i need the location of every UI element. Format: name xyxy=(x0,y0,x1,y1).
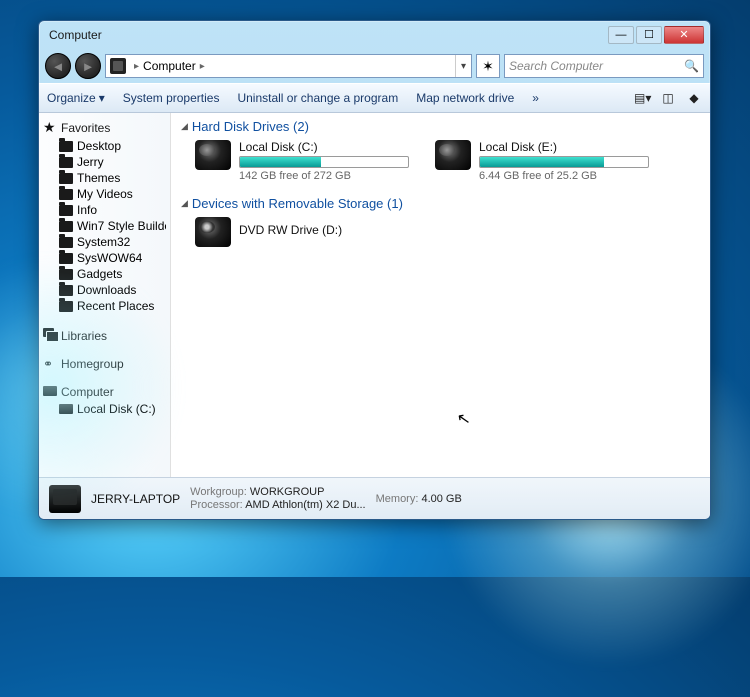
drive-label: Local Disk (E:) xyxy=(479,140,649,154)
titlebar[interactable]: Computer — ☐ ✕ xyxy=(39,21,710,49)
processor-label: Processor: xyxy=(190,499,243,511)
window-title: Computer xyxy=(49,28,608,42)
workgroup-value: WORKGROUP xyxy=(250,486,325,498)
folder-icon xyxy=(59,205,73,216)
breadcrumb-sep-icon[interactable]: ▸ xyxy=(196,61,209,72)
view-options-button[interactable]: ▤▾ xyxy=(634,91,650,105)
mouse-cursor-icon: ↖ xyxy=(455,408,472,430)
folder-icon xyxy=(59,237,73,248)
content-pane[interactable]: ◢Hard Disk Drives (2) Local Disk (C:) 14… xyxy=(171,113,710,477)
search-icon[interactable]: 🔍 xyxy=(684,59,699,73)
refresh-button[interactable]: ✶ xyxy=(476,54,500,78)
computer-icon xyxy=(43,386,57,396)
folder-icon xyxy=(59,269,73,280)
explorer-body: ★Favorites Desktop Jerry Themes My Video… xyxy=(39,113,710,477)
homegroup-icon: ⚭ xyxy=(43,357,57,371)
folder-icon xyxy=(59,189,73,200)
explorer-window: Computer — ☐ ✕ ◄ ► ▸ Computer ▸ ▾ ✶ Sear… xyxy=(38,20,711,520)
address-bar[interactable]: ▸ Computer ▸ ▾ xyxy=(105,54,472,78)
nav-toolbar: ◄ ► ▸ Computer ▸ ▾ ✶ Search Computer 🔍 xyxy=(39,49,710,83)
sidebar-item-jerry[interactable]: Jerry xyxy=(43,154,166,170)
sidebar-item-desktop[interactable]: Desktop xyxy=(43,138,166,154)
folder-icon xyxy=(59,301,73,312)
hard-drive-icon xyxy=(435,140,471,170)
map-network-drive-button[interactable]: Map network drive xyxy=(416,91,514,105)
drive-label: DVD RW Drive (D:) xyxy=(239,223,405,237)
preview-pane-button[interactable]: ◫ xyxy=(660,91,676,105)
window-buttons: — ☐ ✕ xyxy=(608,26,704,44)
sidebar-item-info[interactable]: Info xyxy=(43,202,166,218)
chevron-down-icon: ▾ xyxy=(99,91,105,105)
libraries-icon xyxy=(43,328,57,340)
folder-icon xyxy=(59,253,73,264)
libraries-header[interactable]: Libraries xyxy=(43,328,166,343)
folder-icon xyxy=(59,141,73,152)
drive-dvd-d[interactable]: DVD RW Drive (D:) xyxy=(195,217,405,247)
sidebar-item-recent[interactable]: Recent Places xyxy=(43,298,166,314)
sidebar-item-themes[interactable]: Themes xyxy=(43,170,166,186)
homegroup-header[interactable]: ⚭Homegroup xyxy=(43,357,166,371)
usage-bar xyxy=(239,156,409,168)
folder-icon xyxy=(59,157,73,168)
navigation-pane[interactable]: ★Favorites Desktop Jerry Themes My Video… xyxy=(39,113,171,477)
sidebar-item-downloads[interactable]: Downloads xyxy=(43,282,166,298)
close-button[interactable]: ✕ xyxy=(664,26,704,44)
help-button[interactable]: ◆ xyxy=(686,91,702,105)
command-bar: Organize ▾ System properties Uninstall o… xyxy=(39,83,710,113)
collapse-icon: ◢ xyxy=(181,198,188,209)
processor-value: AMD Athlon(tm) X2 Du... xyxy=(245,499,365,511)
sidebar-item-localdisk-c[interactable]: Local Disk (C:) xyxy=(43,401,166,417)
computer-icon xyxy=(110,58,126,74)
usage-bar xyxy=(479,156,649,168)
search-placeholder: Search Computer xyxy=(509,59,603,73)
uninstall-program-button[interactable]: Uninstall or change a program xyxy=(237,91,398,105)
computer-icon xyxy=(49,485,81,513)
star-icon: ★ xyxy=(43,119,57,136)
drive-label: Local Disk (C:) xyxy=(239,140,409,154)
system-properties-button[interactable]: System properties xyxy=(123,91,220,105)
memory-label: Memory: xyxy=(376,493,419,505)
hdd-section-header[interactable]: ◢Hard Disk Drives (2) xyxy=(181,119,700,134)
more-commands-button[interactable]: » xyxy=(532,91,539,105)
search-input[interactable]: Search Computer 🔍 xyxy=(504,54,704,78)
drive-free-space: 142 GB free of 272 GB xyxy=(239,170,409,182)
folder-icon xyxy=(59,285,73,296)
favorites-header[interactable]: ★Favorites xyxy=(43,119,166,136)
drive-icon xyxy=(59,404,73,414)
removable-section-header[interactable]: ◢Devices with Removable Storage (1) xyxy=(181,196,700,211)
memory-value: 4.00 GB xyxy=(421,493,461,505)
breadcrumb-item[interactable]: Computer xyxy=(143,59,196,73)
collapse-icon: ◢ xyxy=(181,121,188,132)
computer-name: JERRY-LAPTOP xyxy=(91,492,180,506)
drive-local-c[interactable]: Local Disk (C:) 142 GB free of 272 GB xyxy=(195,140,405,182)
sidebar-item-system32[interactable]: System32 xyxy=(43,234,166,250)
sidebar-item-myvideos[interactable]: My Videos xyxy=(43,186,166,202)
sidebar-item-syswow64[interactable]: SysWOW64 xyxy=(43,250,166,266)
sidebar-item-win7sb[interactable]: Win7 Style Builder xyxy=(43,218,166,234)
details-pane: JERRY-LAPTOP Workgroup: WORKGROUP Proces… xyxy=(39,477,710,519)
folder-icon xyxy=(59,173,73,184)
folder-icon xyxy=(59,221,73,232)
hard-drive-icon xyxy=(195,140,231,170)
drive-free-space: 6.44 GB free of 25.2 GB xyxy=(479,170,649,182)
organize-menu[interactable]: Organize ▾ xyxy=(47,91,105,105)
breadcrumb-sep-icon[interactable]: ▸ xyxy=(130,61,143,72)
forward-button[interactable]: ► xyxy=(75,53,101,79)
address-dropdown-icon[interactable]: ▾ xyxy=(455,55,471,77)
sidebar-item-gadgets[interactable]: Gadgets xyxy=(43,266,166,282)
minimize-button[interactable]: — xyxy=(608,26,634,44)
workgroup-label: Workgroup: xyxy=(190,486,247,498)
back-button[interactable]: ◄ xyxy=(45,53,71,79)
maximize-button[interactable]: ☐ xyxy=(636,26,662,44)
dvd-drive-icon xyxy=(195,217,231,247)
computer-header[interactable]: Computer xyxy=(43,385,166,399)
drive-local-e[interactable]: Local Disk (E:) 6.44 GB free of 25.2 GB xyxy=(435,140,645,182)
